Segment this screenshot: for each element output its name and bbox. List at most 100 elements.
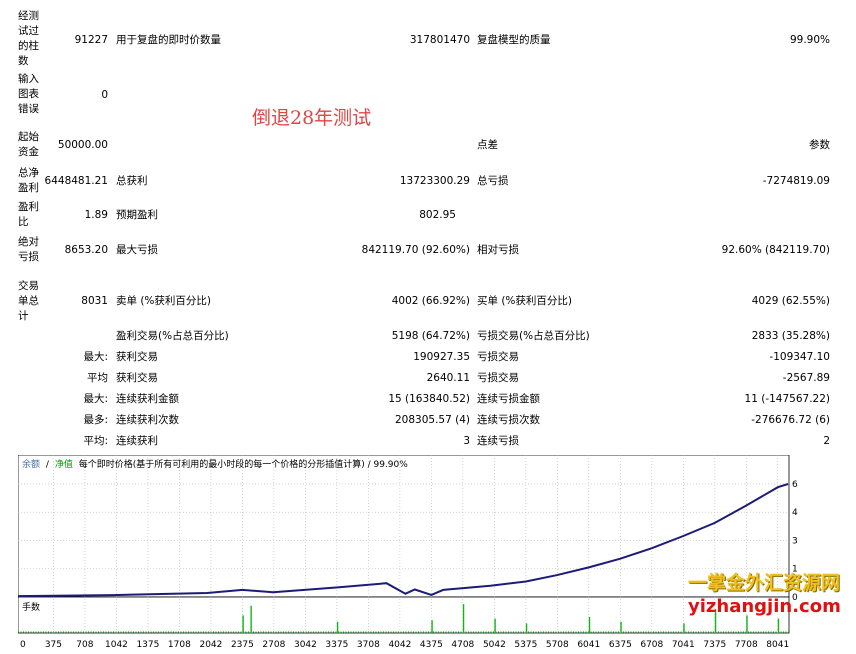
y-tick-label: 4864080 [792,508,798,518]
largest-profit-value: 190927.35 [413,351,470,363]
absolute-drawdown-value: 8653.20 [64,244,108,256]
profit-factor-value: 1.89 [84,209,108,221]
total-trades-label: 交易单总计 [18,280,39,322]
x-tick-label: 3042 [294,640,317,650]
x-tick-label: 7708 [735,640,758,650]
x-tick-label: 2708 [262,640,285,650]
consecutive-loss-count-value: -276676.72 (6) [751,414,830,426]
x-tick-label: 3708 [357,640,380,650]
y-tick-label: 6485441 [792,480,798,490]
profit-trades-label: 盈利交易(%占总百分比) [116,330,229,342]
largest-loss-label: 亏损交易 [477,351,519,363]
gross-loss-value: -7274819.09 [762,175,830,187]
bars-label: 经测试过的柱数 [18,10,39,67]
largest-profit-label: 获利交易 [116,351,158,363]
x-tick-label: 2375 [231,640,254,650]
volume-bar [431,620,433,633]
total-trades-value: 8031 [81,295,108,307]
ticks-label: 用于复盘的即时价数量 [116,34,221,46]
volume-bar [494,618,496,633]
avg-consecutive-wins-label: 连续获利 [116,435,158,447]
average-prefix: 平均 [87,372,108,384]
long-positions-label: 买单 (%获利百分比) [477,295,573,307]
consecutive-wins-amount-value: 15 (163840.52) [388,393,470,405]
net-profit-value: 6448481.21 [44,175,108,187]
deposit-value: 50000.00 [57,139,108,151]
x-tick-label: 6375 [609,640,632,650]
x-tick-label: 0 [20,640,26,650]
short-positions-label: 卖单 (%获利百分比) [116,295,212,307]
average-profit-value: 2640.11 [426,372,470,384]
x-tick-label: 5375 [514,640,537,650]
quality-label: 复盘模型的质量 [477,34,551,46]
legend: 余额 / 净值 每个即时价格(基于所有可利用的最小时段的每一个价格的分形插值计算… [22,458,408,470]
quality-value: 99.90% [789,34,830,46]
brand-url: yizhangjin.com [688,596,841,617]
short-positions-value: 4002 (66.92%) [391,295,470,307]
consecutive-loss-count-label: 连续亏损次数 [477,414,540,426]
expected-payoff-label: 预期盈利 [116,209,158,221]
legend-model-description: 每个即时价格(基于所有可利用的最小时段的每一个价格的分形插值计算) / 99.9… [79,458,409,470]
profit-factor-label: 盈利比 [18,201,39,228]
largest-loss-value: -109347.10 [769,351,830,363]
x-tick-label: 7041 [672,640,695,650]
maximal-drawdown-label: 最大亏损 [116,244,158,256]
x-tick-labels: 0 375 708 1042 1375 1708 2042 2375 2708 3042 3375 3… [20,640,789,650]
maximum-prefix: 最大: [83,393,108,405]
volume-bar [525,623,528,633]
long-positions-value: 4029 (62.55%) [751,295,830,307]
balance-chart: 64854414864080324272016213600 0375708104… [17,454,832,650]
relative-drawdown-value: 92.60% (842119.70) [721,244,830,256]
x-tick-label: 4375 [420,640,443,650]
x-tick-label: 1708 [168,640,191,650]
maximal-prefix: 最多: [83,414,108,426]
legend-balance: 余额 [22,458,40,470]
balance-chart-svg: 64854414864080324272016213600 0375708104… [17,454,832,650]
backtest-note: 倒退28年测试 [252,107,372,129]
volume-plot-frame [17,596,790,634]
gross-loss-label: 总亏损 [477,175,509,187]
errors-value: 0 [101,89,108,101]
loss-trades-label: 亏损交易(%占总百分比) [477,330,590,342]
avg-consecutive-losses-label: 连续亏损 [477,435,519,447]
x-tick-label: 375 [45,640,62,650]
volume-bar [250,605,252,633]
spread-label: 点差 [477,139,498,151]
x-tick-label: 1042 [105,640,128,650]
x-tick-label: 5042 [483,640,506,650]
maximal-drawdown-value: 842119.70 (92.60%) [361,244,470,256]
brand-name: 一掌金外汇资源网 [688,572,841,594]
avg-consecutive-losses-value: 2 [823,435,830,447]
x-tick-label: 4042 [388,640,411,650]
average-loss-label: 亏损交易 [477,372,519,384]
gross-profit-label: 总获利 [116,175,148,187]
gross-profit-value: 13723300.29 [399,175,470,187]
x-tick-label: 1375 [136,640,159,650]
consecutive-losses-amount-label: 连续亏损金额 [477,393,540,405]
ticks-value: 317801470 [409,34,470,46]
average-loss-value: -2567.89 [782,372,830,384]
loss-trades-value: 2833 (35.28%) [751,330,830,342]
x-tick-label: 5708 [546,640,569,650]
volume-bar [620,621,622,633]
volume-bar [588,617,591,633]
volume-bar [242,615,244,633]
volume-bar [777,618,780,633]
volume-bar [336,621,339,633]
profit-trades-value: 5198 (64.72%) [391,330,470,342]
x-tick-label: 8041 [766,640,789,650]
legend-equity: 净值 [55,458,73,470]
consecutive-wins-amount-label: 连续获利金额 [116,393,179,405]
average-consecutive-prefix: 平均: [83,435,108,447]
volume-bar [683,623,685,633]
volume-bar [462,604,465,633]
x-tick-label: 2042 [199,640,222,650]
volume-bar [746,615,748,633]
expected-payoff-value: 802.95 [419,209,456,221]
relative-drawdown-label: 相对亏损 [477,244,519,256]
average-profit-label: 获利交易 [116,372,158,384]
main-plot-frame [17,454,790,598]
errors-label: 输入图表错误 [18,73,39,115]
x-tick-label: 708 [76,640,93,650]
largest-prefix: 最大: [83,351,108,363]
